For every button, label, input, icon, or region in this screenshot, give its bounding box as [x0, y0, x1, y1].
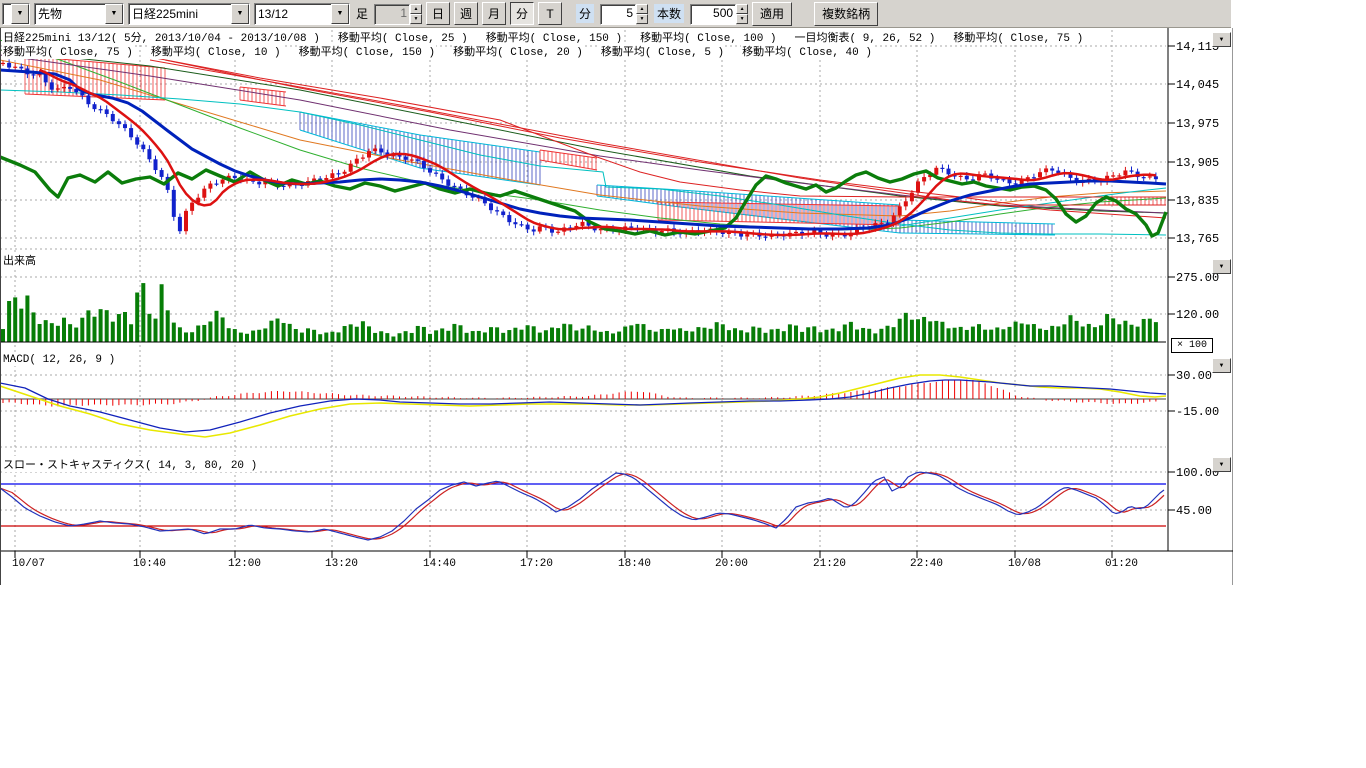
time-tick-label: 10/08: [1008, 558, 1041, 570]
gridlines: [0, 30, 1166, 551]
price-panel-dropdown[interactable]: ▼: [1212, 32, 1231, 47]
legend-ma-20: 移動平均( Close, 20 ): [452, 43, 584, 59]
trading-app-screen: ▼ 先物 ▼ 日経225mini ▼ 13/12 ▼ 足 1 ▲ ▼ 日 週 月…: [0, 0, 1366, 768]
ichimoku-cloud: [25, 56, 1166, 235]
legend-ma-5: 移動平均( Close, 5 ): [600, 43, 725, 59]
mini-combobox[interactable]: ▼: [2, 3, 30, 25]
time-tick-label: 01:20: [1105, 558, 1138, 570]
period-tick-button[interactable]: T: [538, 2, 562, 25]
legend-ma-75: 移動平均( Close, 75 ): [952, 29, 1084, 45]
chevron-down-icon[interactable]: ▼: [11, 4, 29, 24]
price-tick-label: 13,765: [1176, 232, 1219, 246]
legend-row-2: 移動平均( Close, 75 ) 移動平均( Close, 10 ) 移動平均…: [2, 43, 873, 59]
volume-bars: [1, 283, 1158, 342]
period-month-button[interactable]: 月: [482, 2, 506, 25]
macd-panel-dropdown[interactable]: ▼: [1212, 358, 1231, 373]
minute-spinner[interactable]: 5 ▲ ▼: [600, 4, 648, 24]
chevron-down-icon: ▼: [1219, 363, 1225, 369]
time-tick-label: 20:00: [715, 558, 748, 570]
chevron-down-icon[interactable]: ▼: [331, 4, 349, 24]
time-tick-label: 14:40: [423, 558, 456, 570]
price-tick-label: 13,905: [1176, 156, 1219, 170]
time-tick-label: 21:20: [813, 558, 846, 570]
count-spinner[interactable]: 500 ▲ ▼: [690, 4, 748, 24]
period-day-button[interactable]: 日: [426, 2, 450, 25]
stoch-panel-series: [0, 472, 1166, 540]
bar-label: 足: [356, 5, 368, 22]
toolbar: ▼ 先物 ▼ 日経225mini ▼ 13/12 ▼ 足 1 ▲ ▼ 日 週 月…: [0, 0, 1231, 28]
count-value[interactable]: 500: [690, 4, 736, 25]
bar-interval-value[interactable]: 1: [374, 4, 410, 25]
minute-label: 分: [576, 4, 594, 23]
stoch-tick-label: 45.00: [1176, 504, 1212, 518]
price-tick-label: 13,975: [1176, 117, 1219, 131]
time-tick-label: 10/07: [12, 558, 45, 570]
contract-value: 13/12: [255, 7, 331, 21]
chevron-down-icon: ▼: [1219, 37, 1225, 43]
symbol-combobox[interactable]: 日経225mini ▼: [128, 3, 250, 25]
time-tick-label: 17:20: [520, 558, 553, 570]
macd-panel-series: [0, 375, 1166, 437]
period-minute-button[interactable]: 分: [510, 2, 534, 25]
bar-interval-spinner[interactable]: 1 ▲ ▼: [374, 4, 422, 24]
legend-ma-10: 移動平均( Close, 10 ): [150, 43, 282, 59]
chevron-down-icon: ▼: [1219, 264, 1225, 270]
volume-panel-dropdown[interactable]: ▼: [1212, 259, 1231, 274]
macd-tick-label: -15.00: [1176, 405, 1219, 419]
spinner-up-icon[interactable]: ▲: [410, 4, 422, 14]
volume-panel-label: 出来高: [2, 252, 37, 268]
time-tick-label: 10:40: [133, 558, 166, 570]
minute-value[interactable]: 5: [600, 4, 636, 25]
legend-ma-40: 移動平均( Close, 40 ): [741, 43, 873, 59]
price-tick-label: 13,835: [1176, 194, 1219, 208]
volume-multiplier-badge: × 100: [1171, 338, 1213, 353]
count-label: 本数: [654, 4, 684, 23]
time-tick-label: 13:20: [325, 558, 358, 570]
chevron-down-icon[interactable]: ▼: [231, 4, 249, 24]
spinner-down-icon[interactable]: ▼: [736, 14, 748, 24]
symbol-value: 日経225mini: [129, 5, 231, 22]
time-tick-label: 12:00: [228, 558, 261, 570]
macd-tick-label: 30.00: [1176, 369, 1212, 383]
chart-plot-area[interactable]: [0, 28, 1233, 585]
multi-symbol-button[interactable]: 複数銘柄: [814, 2, 878, 26]
category-value: 先物: [35, 5, 105, 22]
spinner-down-icon[interactable]: ▼: [410, 14, 422, 24]
macd-panel-label: MACD( 12, 26, 9 ): [2, 354, 116, 366]
legend-ma-150b: 移動平均( Close, 150 ): [298, 43, 436, 59]
stoch-panel-label: スロー・ストキャスティクス( 14, 3, 80, 20 ): [2, 456, 258, 472]
chevron-down-icon[interactable]: ▼: [105, 4, 123, 24]
panel-frame: [0, 28, 1233, 585]
spinner-down-icon[interactable]: ▼: [636, 14, 648, 24]
volume-tick-label: 120.00: [1176, 308, 1219, 322]
price-tick-label: 14,045: [1176, 78, 1219, 92]
period-week-button[interactable]: 週: [454, 2, 478, 25]
category-combobox[interactable]: 先物 ▼: [34, 3, 124, 25]
chevron-down-icon: ▼: [1219, 462, 1225, 468]
contract-combobox[interactable]: 13/12 ▼: [254, 3, 350, 25]
legend-ma-75b: 移動平均( Close, 75 ): [2, 43, 134, 59]
apply-button[interactable]: 適用: [752, 2, 792, 26]
time-tick-label: 18:40: [618, 558, 651, 570]
spinner-up-icon[interactable]: ▲: [736, 4, 748, 14]
spinner-up-icon[interactable]: ▲: [636, 4, 648, 14]
time-tick-label: 22:40: [910, 558, 943, 570]
stoch-panel-dropdown[interactable]: ▼: [1212, 457, 1231, 472]
